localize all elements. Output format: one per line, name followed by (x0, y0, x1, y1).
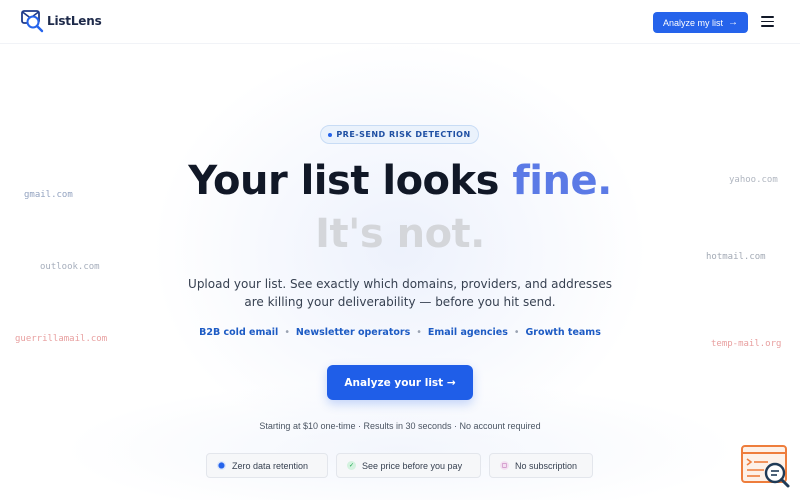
hamburger-menu-icon[interactable] (761, 16, 774, 27)
audience-item: Growth teams (525, 327, 601, 338)
hero-subheadline: It's not. (315, 211, 485, 257)
shield-icon: ⬤ (217, 461, 226, 470)
hero-headline: Your list looks fine. (0, 156, 800, 206)
list-search-widget-icon[interactable] (740, 444, 792, 490)
brand-name: ListLens (47, 14, 102, 28)
pricing-fine-print: Starting at $10 one-time · Results in 30… (259, 421, 541, 431)
analyze-my-list-label: Analyze my list (662, 17, 724, 28)
analyze-my-list-button[interactable]: Analyze my list → (653, 12, 748, 33)
site-header: ListLens Analyze my list → (0, 0, 800, 44)
audience-item: Email agencies (427, 327, 508, 338)
hero-badge-label: PRE-SEND RISK DETECTION (336, 130, 471, 139)
floating-domain-outlook: outlook.com (40, 262, 100, 272)
chip-label: See price before you pay (362, 460, 463, 471)
analyze-your-list-button[interactable]: Analyze your list → (327, 365, 473, 400)
arrow-right-icon: → (728, 17, 739, 28)
chip-label: Zero data retention (232, 460, 309, 471)
floating-domain-temp-mail: temp-mail.org (711, 339, 782, 349)
hero-description: Upload your list. See exactly which doma… (188, 277, 612, 309)
lock-icon: ▢ (500, 461, 509, 470)
dot-icon (328, 132, 333, 137)
hero-badge: PRE-SEND RISK DETECTION (320, 125, 479, 144)
headline-accent: fine. (512, 158, 612, 204)
trust-chips: ⬤ Zero data retention ✓ See price before… (0, 453, 800, 478)
check-icon: ✓ (347, 461, 356, 470)
logo-icon (21, 10, 44, 33)
headline-main: Your list looks (188, 158, 513, 204)
audience-list: B2B cold email • Newsletter operators • Emai… (199, 327, 601, 338)
trust-chip-zero-retention: ⬤ Zero data retention (206, 453, 328, 478)
logo[interactable]: ListLens (20, 8, 102, 34)
audience-item: B2B cold email (199, 327, 279, 338)
chip-label: No subscription (515, 460, 578, 471)
trust-chip-see-price: ✓ See price before you pay (336, 453, 481, 478)
analyze-your-list-label: Analyze your list → (344, 376, 456, 389)
audience-item: Newsletter operators (295, 327, 411, 338)
trust-chip-no-subscription: ▢ No subscription (489, 453, 593, 478)
